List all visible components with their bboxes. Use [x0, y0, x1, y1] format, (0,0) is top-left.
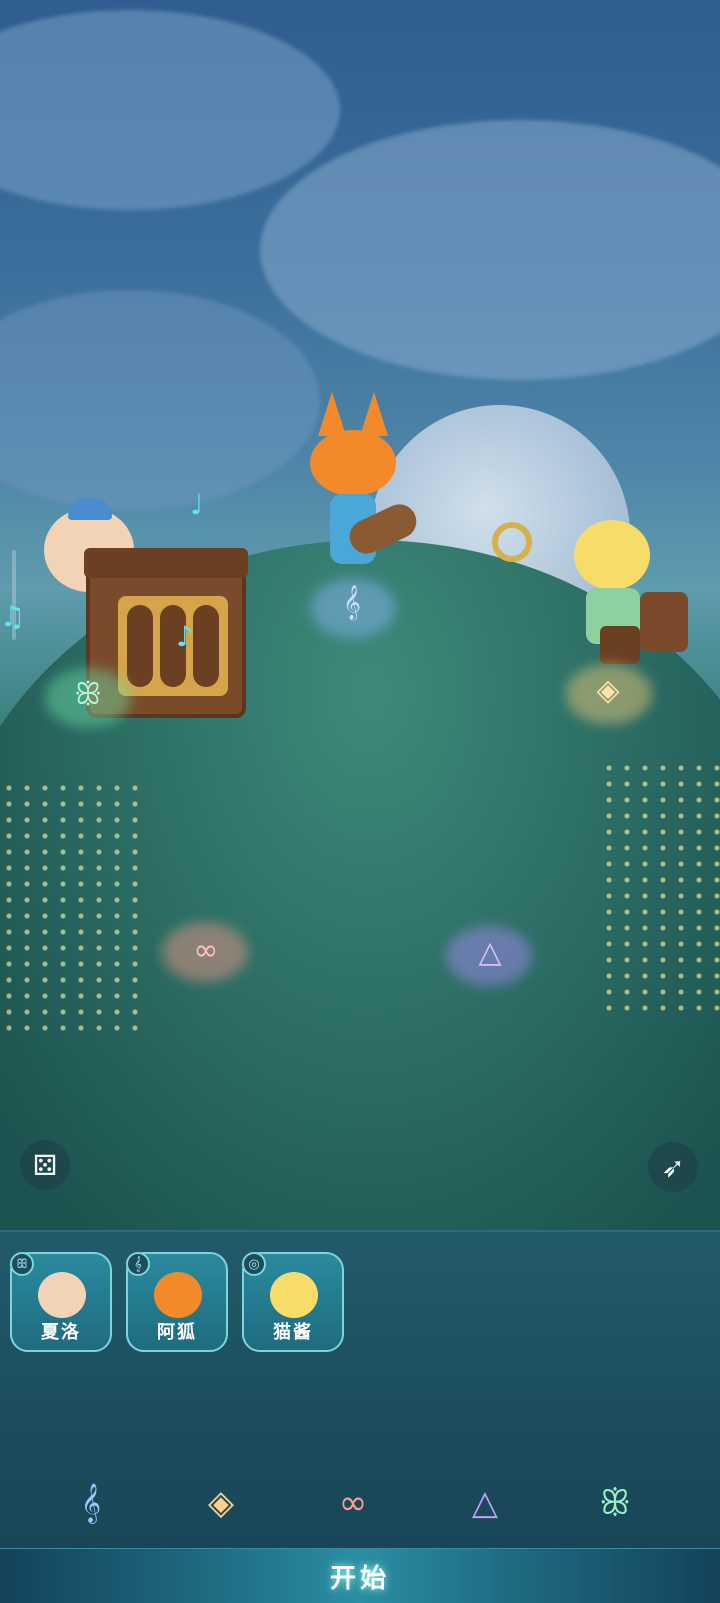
music-note: ♫ [0, 600, 26, 633]
game-scene: ♫ ♩ ♪ ꕥ 𝄞 ◈ ∞ △ ⚄ ➶ [0, 0, 720, 1230]
instrument-badge: ◎ [242, 1252, 266, 1276]
xialuo-avatar [38, 1272, 86, 1318]
instrument-badge: ꕥ [10, 1252, 34, 1276]
music-note: ♩ [190, 488, 204, 521]
maojiang-avatar [270, 1272, 318, 1318]
empty-slot-left[interactable]: ∞ [184, 928, 228, 972]
music-note: ♪ [176, 620, 194, 653]
cloud [260, 120, 720, 380]
piano-type-filter-icon[interactable]: ꕥ [590, 1478, 640, 1528]
card-ahu[interactable]: 𝄞 阿狐 [126, 1252, 228, 1352]
ahu-avatar [154, 1272, 202, 1318]
infinity-type-filter-icon[interactable]: ∞ [328, 1478, 378, 1528]
percussion-type-filter-icon[interactable]: ◈ [196, 1478, 246, 1528]
card-maojiang[interactable]: ◎ 猫酱 [242, 1252, 344, 1352]
bongo-instrument[interactable] [600, 626, 640, 664]
percussion-type-icon[interactable]: ◈ [586, 668, 630, 712]
tambourine-instrument[interactable] [492, 522, 532, 562]
running-cat-icon: ➶ [661, 1150, 685, 1184]
character-ahu[interactable] [310, 430, 396, 496]
dice-icon: ⚄ [32, 1148, 58, 1182]
propeller-hat [68, 498, 112, 520]
cloud [0, 10, 340, 210]
fox-ear-right [360, 392, 388, 436]
character-maojiang[interactable] [574, 520, 650, 590]
piano-lid [84, 548, 248, 578]
dice-button[interactable]: ⚄ [20, 1140, 70, 1190]
cloud [0, 290, 320, 510]
empty-slot-right[interactable]: △ [468, 930, 512, 974]
start-bar: 开始 [0, 1548, 720, 1603]
piano-front [118, 596, 228, 696]
card-xialuo[interactable]: ꕥ 夏洛 [10, 1252, 112, 1352]
card-name: 阿狐 [157, 1322, 197, 1343]
start-button[interactable]: 开始 [300, 1555, 420, 1597]
flowers-left [0, 780, 140, 1040]
character-cards: ꕥ 夏洛 𝄞 阿狐 ◎ 猫酱 [10, 1252, 344, 1352]
instrument-badge: 𝄞 [126, 1252, 150, 1276]
triangle-type-filter-icon[interactable]: △ [460, 1478, 510, 1528]
guitar-type-icon[interactable]: 𝄞 [330, 580, 374, 624]
fox-ear-left [318, 392, 346, 436]
card-name: 夏洛 [41, 1322, 81, 1343]
drum-instrument[interactable] [640, 592, 688, 652]
card-name: 猫酱 [273, 1322, 313, 1343]
piano-type-icon[interactable]: ꕥ [66, 672, 110, 716]
run-button[interactable]: ➶ [648, 1142, 698, 1192]
instrument-type-bar: 𝄞 ◈ ∞ △ ꕥ [0, 1478, 720, 1538]
flowers-right [600, 760, 720, 1020]
guitar-type-filter-icon[interactable]: 𝄞 [66, 1478, 116, 1528]
